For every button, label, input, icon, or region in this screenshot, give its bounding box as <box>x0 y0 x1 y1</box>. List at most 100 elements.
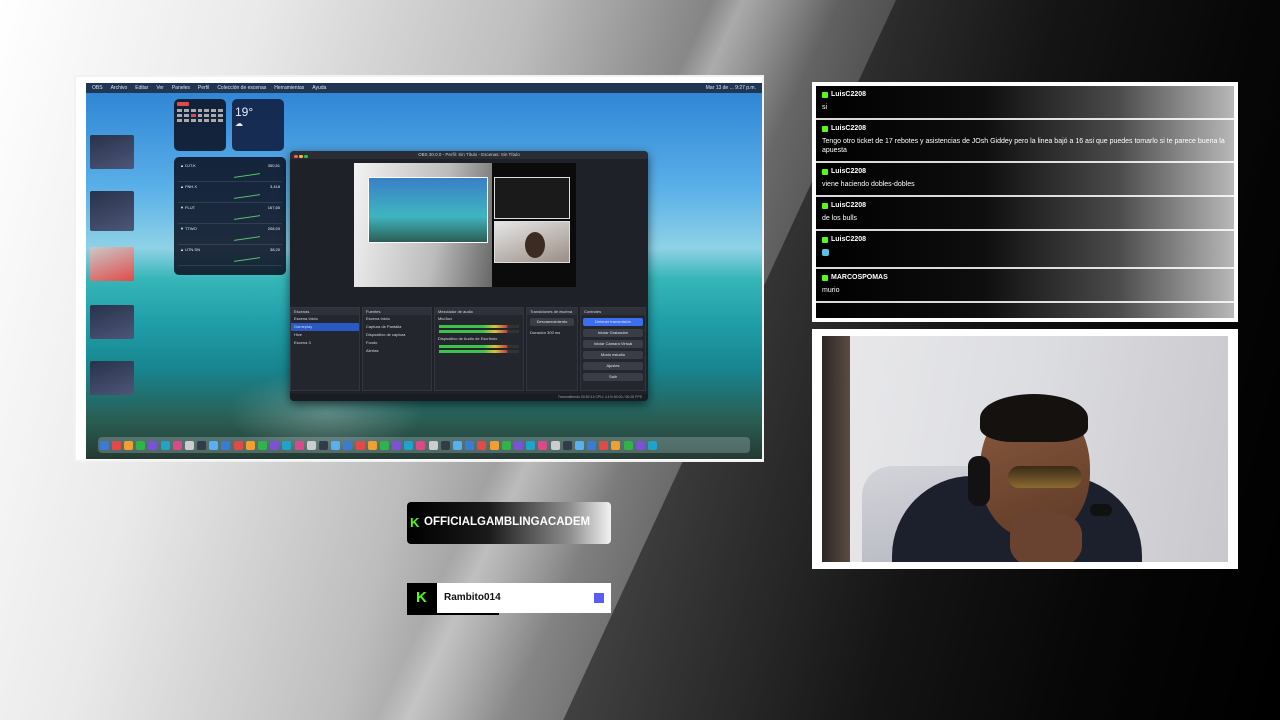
scene-item[interactable]: Hive <box>291 331 359 339</box>
control-button[interactable]: Iniciar Cámara Virtual <box>583 340 643 348</box>
dock-app-icon[interactable] <box>318 441 328 450</box>
stock-sparkline <box>234 249 260 262</box>
dock-app-icon[interactable] <box>270 441 280 450</box>
dock-app-icon[interactable] <box>587 441 597 450</box>
dock-app-icon[interactable] <box>453 441 463 450</box>
dock-app-icon[interactable] <box>574 441 584 450</box>
chat-text: Tengo otro ticket de 17 rebotes y asiste… <box>822 138 1225 154</box>
dock-app-icon[interactable] <box>379 441 389 450</box>
menu-item-2[interactable]: Editar <box>135 85 148 91</box>
window-thumbnail[interactable] <box>90 191 134 231</box>
menu-item-5[interactable]: Perfil <box>198 85 209 91</box>
dock-app-icon[interactable] <box>148 441 158 450</box>
user-badge-icon <box>822 236 828 243</box>
control-button[interactable]: Salir <box>583 373 643 381</box>
dock-app-icon[interactable] <box>258 441 268 450</box>
dock-app-icon[interactable] <box>172 441 182 450</box>
control-button[interactable]: Iniciar Grabación <box>583 329 643 337</box>
transition-select[interactable]: Desvanecimiento <box>530 318 574 326</box>
dock-app-icon[interactable] <box>123 441 133 450</box>
dock-app-icon[interactable] <box>343 441 353 450</box>
scene-item[interactable]: Escena Inicio <box>291 315 359 323</box>
dock-app-icon[interactable] <box>111 441 121 450</box>
dock-app-icon[interactable] <box>355 441 365 450</box>
dock-app-icon[interactable] <box>99 441 109 450</box>
menu-item-6[interactable]: Colección de escenas <box>217 85 266 91</box>
dock-app-icon[interactable] <box>392 441 402 450</box>
dock-app-icon[interactable] <box>648 441 658 450</box>
control-button[interactable]: Detener transmisión <box>583 318 643 326</box>
dock-app-icon[interactable] <box>209 441 219 450</box>
menu-item-0[interactable]: OBS <box>92 85 103 91</box>
source-item[interactable]: Captura de Pantalla <box>363 323 431 331</box>
window-thumbnail[interactable] <box>90 305 134 339</box>
dock-app-icon[interactable] <box>136 441 146 450</box>
dock-app-icon[interactable] <box>501 441 511 450</box>
menu-item-3[interactable]: Ver <box>156 85 164 91</box>
dock-app-icon[interactable] <box>160 441 170 450</box>
duration-value[interactable]: 300 ms <box>547 330 560 335</box>
dock-app-icon[interactable] <box>513 441 523 450</box>
calendar-header <box>177 102 189 106</box>
scene-item[interactable]: Escena 3 <box>291 339 359 347</box>
scene-item[interactable]: Gameplay <box>291 323 359 331</box>
chat-username[interactable]: LuisC2208 <box>831 168 866 175</box>
dock-app-icon[interactable] <box>245 441 255 450</box>
sources-list: Escena Inicio Captura de Pantalla Disposit… <box>363 315 431 355</box>
minimize-icon[interactable] <box>299 154 303 158</box>
dock-app-icon[interactable] <box>367 441 377 450</box>
dock-app-icon[interactable] <box>623 441 633 450</box>
dock-app-icon[interactable] <box>331 441 341 450</box>
window-thumbnail[interactable] <box>90 361 134 395</box>
chat-username[interactable]: LuisC2208 <box>831 202 866 209</box>
dock-app-icon[interactable] <box>184 441 194 450</box>
window-controls[interactable] <box>294 153 309 161</box>
dock-app-icon[interactable] <box>635 441 645 450</box>
control-button[interactable]: Ajustes <box>583 362 643 370</box>
stocks-widget: ▲ DJT.K 350,51 ▲ FNH.X 3,418 ▼ FLUT 167,65 ▼ T… <box>174 157 286 275</box>
chat-username[interactable]: LuisC2208 <box>831 125 866 132</box>
dock-app-icon[interactable] <box>416 441 426 450</box>
dock-app-icon[interactable] <box>404 441 414 450</box>
obs-preview[interactable] <box>354 163 576 287</box>
menu-item-1[interactable]: Archivo <box>111 85 128 91</box>
window-thumbnail[interactable] <box>90 135 134 169</box>
menu-item-8[interactable]: Ayuda <box>312 85 326 91</box>
dock-app-icon[interactable] <box>611 441 621 450</box>
dock-app-icon[interactable] <box>221 441 231 450</box>
dock-app-icon[interactable] <box>282 441 292 450</box>
dock-app-icon[interactable] <box>440 441 450 450</box>
dock-app-icon[interactable] <box>233 441 243 450</box>
dock-app-icon[interactable] <box>599 441 609 450</box>
window-thumbnail[interactable] <box>90 247 134 281</box>
source-item[interactable]: Dispositivo de captura <box>363 331 431 339</box>
dock-app-icon[interactable] <box>197 441 207 450</box>
maximize-icon[interactable] <box>304 154 308 158</box>
dock-app-icon[interactable] <box>538 441 548 450</box>
dock-app-icon[interactable] <box>465 441 475 450</box>
dock-app-icon[interactable] <box>428 441 438 450</box>
duration-label: Duración 300 ms <box>527 329 577 337</box>
chat-username[interactable]: LuisC2208 <box>831 91 866 98</box>
window-thumbnails <box>90 135 136 417</box>
menu-item-4[interactable]: Paneles <box>172 85 190 91</box>
source-item[interactable]: Escena Inicio <box>363 315 431 323</box>
chat-username[interactable]: LuisC2208 <box>831 236 866 243</box>
chat-username-row: LuisC2208 <box>822 125 1228 132</box>
dock-app-icon[interactable] <box>477 441 487 450</box>
dock-app-icon[interactable] <box>562 441 572 450</box>
stock-symbol: ▲ FNH.X <box>180 184 198 189</box>
dock-app-icon[interactable] <box>550 441 560 450</box>
chat-username[interactable]: MARCOSPOMAS <box>831 274 888 281</box>
close-icon[interactable] <box>294 154 298 158</box>
dock-app-icon[interactable] <box>306 441 316 450</box>
obs-window[interactable]: OBS 30.0.0 - Perfil: Sin Título - Escena… <box>290 151 648 401</box>
dock-app-icon[interactable] <box>489 441 499 450</box>
source-item[interactable]: Alertas <box>363 347 431 355</box>
dock-app-icon[interactable] <box>526 441 536 450</box>
menu-item-7[interactable]: Herramientas <box>274 85 304 91</box>
mixer-track-label: Mic/Aux <box>438 316 453 321</box>
dock-app-icon[interactable] <box>294 441 304 450</box>
source-item[interactable]: Fondo <box>363 339 431 347</box>
control-button[interactable]: Modo estudio <box>583 351 643 359</box>
